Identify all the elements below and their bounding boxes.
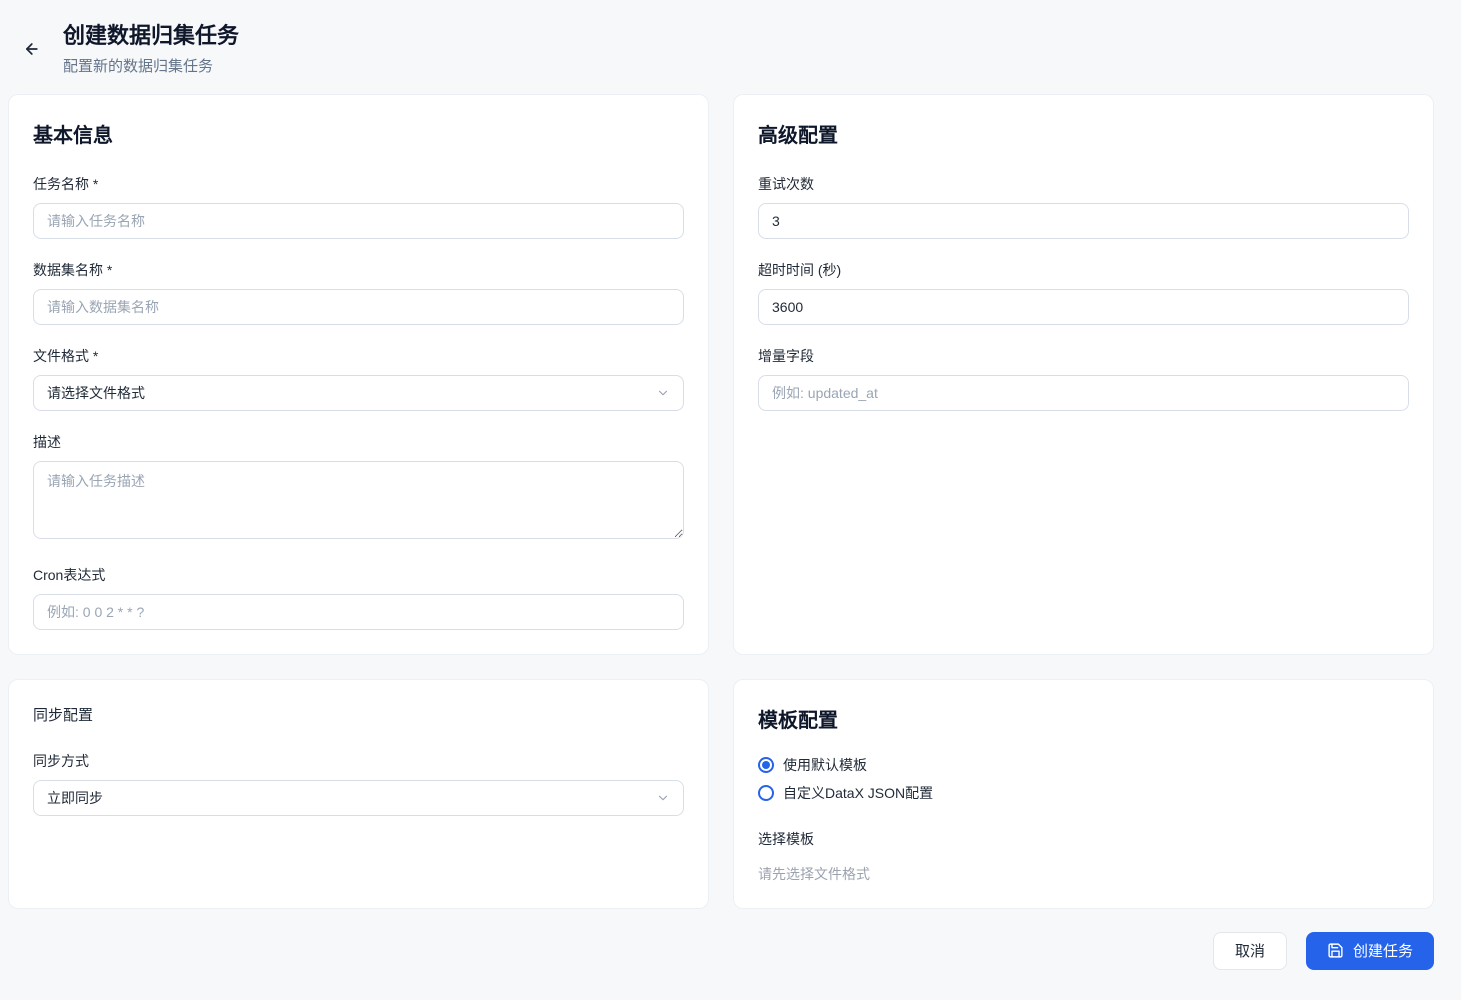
page-subtitle: 配置新的数据归集任务	[63, 55, 239, 76]
floppy-disk-icon	[1327, 942, 1344, 959]
sync-method-label: 同步方式	[33, 751, 684, 771]
cancel-button[interactable]: 取消	[1213, 932, 1287, 970]
timeout-input[interactable]	[758, 289, 1409, 325]
back-button[interactable]	[16, 34, 46, 64]
radio-default-template[interactable]: 使用默认模板	[758, 751, 1409, 779]
dataset-name-field-group: 数据集名称 *	[33, 260, 684, 325]
advanced-config-card: 高级配置 重试次数 超时时间 (秒) 增量字段	[733, 94, 1434, 655]
footer-actions: 取消 创建任务	[8, 932, 1434, 970]
template-config-card: 模板配置 使用默认模板 自定义DataX JSON配置 选择模板 请先选择文件格…	[733, 679, 1434, 909]
file-format-field-group: 文件格式 * 请选择文件格式	[33, 346, 684, 411]
radio-default-template-label: 使用默认模板	[783, 755, 867, 775]
cron-label: Cron表达式	[33, 565, 684, 585]
create-task-button[interactable]: 创建任务	[1306, 932, 1434, 970]
select-template-hint: 请先选择文件格式	[758, 864, 1409, 884]
description-label: 描述	[33, 432, 684, 452]
timeout-field-group: 超时时间 (秒)	[758, 260, 1409, 325]
incremental-field-label: 增量字段	[758, 346, 1409, 366]
select-template-label: 选择模板	[758, 829, 1409, 849]
task-name-field-group: 任务名称 *	[33, 174, 684, 239]
dataset-name-input[interactable]	[33, 289, 684, 325]
radio-custom-datax-json[interactable]: 自定义DataX JSON配置	[758, 779, 1409, 807]
task-name-label: 任务名称 *	[33, 174, 684, 194]
sync-method-field-group: 同步方式 立即同步	[33, 751, 684, 816]
page-title: 创建数据归集任务	[63, 22, 239, 50]
basic-info-card: 基本信息 任务名称 * 数据集名称 * 文件格式 * 请选择文件格式	[8, 94, 709, 655]
retry-count-field-group: 重试次数	[758, 174, 1409, 239]
retry-count-input[interactable]	[758, 203, 1409, 239]
sync-method-select[interactable]: 立即同步	[33, 780, 684, 816]
chevron-down-icon	[656, 791, 670, 805]
template-config-title: 模板配置	[758, 704, 1409, 733]
incremental-field-input[interactable]	[758, 375, 1409, 411]
cron-input[interactable]	[33, 594, 684, 630]
form-grid: 基本信息 任务名称 * 数据集名称 * 文件格式 * 请选择文件格式	[8, 94, 1434, 909]
advanced-config-title: 高级配置	[758, 119, 1409, 148]
radio-circle-icon	[758, 757, 774, 773]
page-header: 创建数据归集任务 配置新的数据归集任务	[8, 0, 1434, 94]
retry-count-label: 重试次数	[758, 174, 1409, 194]
sync-config-title: 同步配置	[33, 704, 684, 725]
file-format-select[interactable]: 请选择文件格式	[33, 375, 684, 411]
description-textarea[interactable]	[33, 461, 684, 539]
basic-info-title: 基本信息	[33, 119, 684, 148]
incremental-field-group: 增量字段	[758, 346, 1409, 411]
description-field-group: 描述	[33, 432, 684, 544]
sync-method-selected-value: 立即同步	[47, 788, 103, 808]
cron-field-group: Cron表达式	[33, 565, 684, 630]
radio-circle-icon	[758, 785, 774, 801]
chevron-down-icon	[656, 386, 670, 400]
radio-custom-datax-json-label: 自定义DataX JSON配置	[783, 783, 933, 803]
create-task-button-label: 创建任务	[1353, 940, 1413, 961]
header-text: 创建数据归集任务 配置新的数据归集任务	[63, 22, 239, 76]
task-name-input[interactable]	[33, 203, 684, 239]
arrow-left-icon	[21, 39, 41, 59]
dataset-name-label: 数据集名称 *	[33, 260, 684, 280]
timeout-label: 超时时间 (秒)	[758, 260, 1409, 280]
template-radio-group: 使用默认模板 自定义DataX JSON配置	[758, 751, 1409, 807]
file-format-label: 文件格式 *	[33, 346, 684, 366]
sync-config-card: 同步配置 同步方式 立即同步	[8, 679, 709, 909]
file-format-selected-value: 请选择文件格式	[47, 383, 145, 403]
create-task-page: 创建数据归集任务 配置新的数据归集任务 基本信息 任务名称 * 数据集名称 * …	[0, 0, 1461, 1000]
